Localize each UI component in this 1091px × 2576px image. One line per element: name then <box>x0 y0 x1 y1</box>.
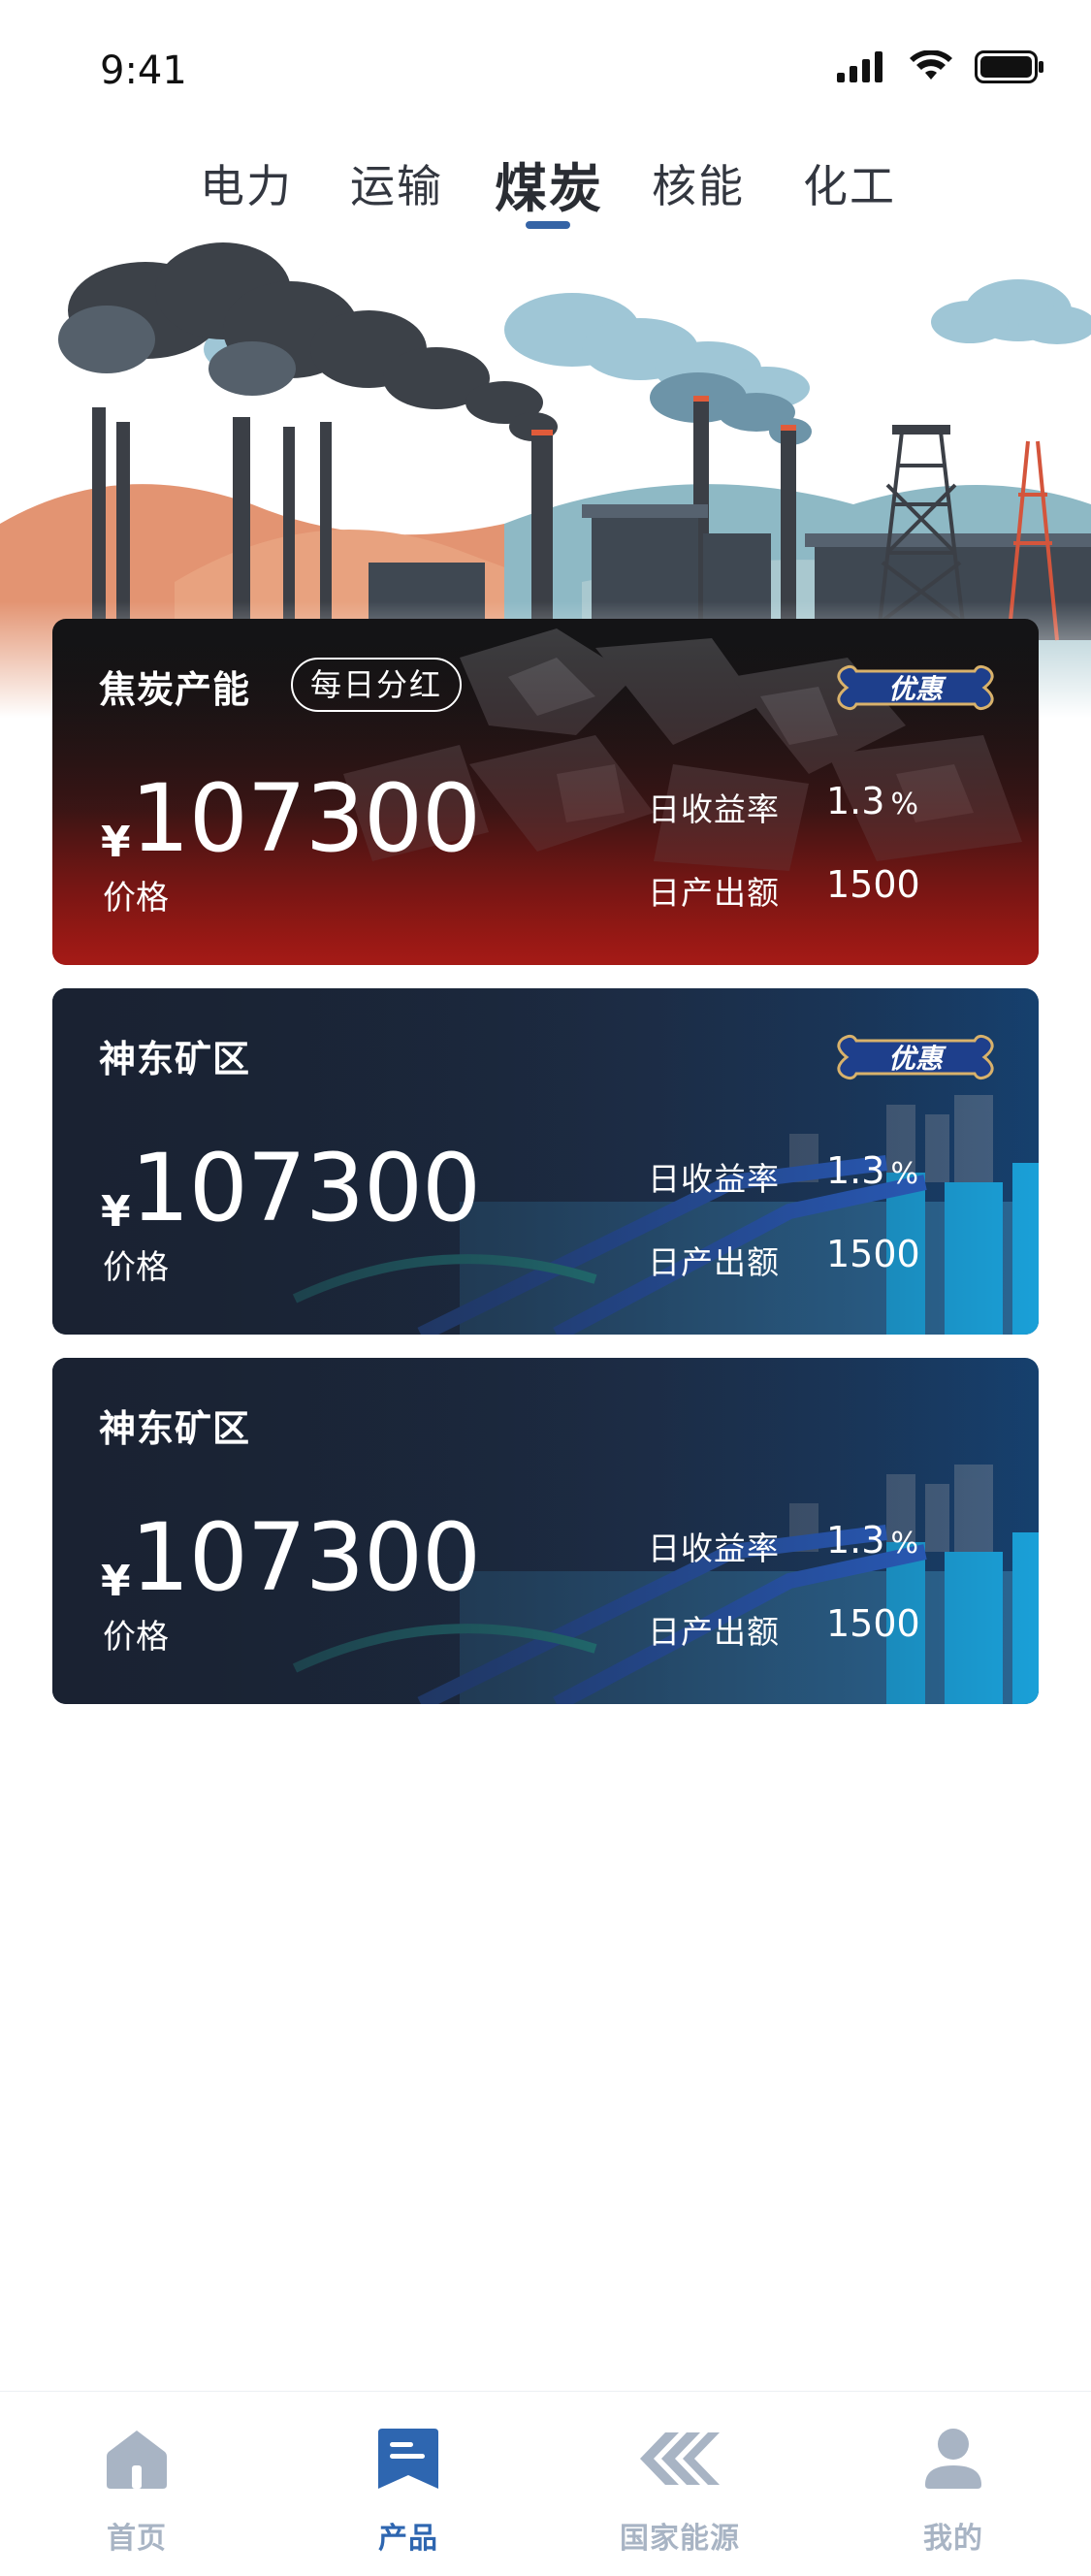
nav-product-label: 产品 <box>378 2522 438 2556</box>
status-time: 9:41 <box>100 48 187 93</box>
price: ¥107300 <box>101 1134 481 1242</box>
nav-profile-label: 我的 <box>923 2522 983 2556</box>
nav-product[interactable]: 产品 <box>311 2425 505 2557</box>
home-icon <box>107 2431 167 2489</box>
yield-unit: % <box>890 1527 918 1561</box>
discount-badge: 优惠 <box>837 664 994 711</box>
discount-badge: 优惠 <box>837 1034 994 1080</box>
svg-text:优惠: 优惠 <box>888 1043 947 1075</box>
battery-icon <box>975 50 1043 83</box>
svg-text:优惠: 优惠 <box>888 673 947 705</box>
currency-symbol: ¥ <box>101 818 131 867</box>
price-label: 价格 <box>103 1248 169 1287</box>
yield-unit: % <box>890 788 918 821</box>
price-amount: 107300 <box>130 764 481 873</box>
active-tab-indicator <box>526 221 570 229</box>
signal-icon <box>837 51 882 82</box>
tab-transport[interactable]: 运输 <box>350 151 443 215</box>
output-value: 1500 <box>826 1233 920 1275</box>
tab-chemical[interactable]: 化工 <box>803 151 896 215</box>
price: ¥107300 <box>101 1503 481 1612</box>
price-label: 价格 <box>103 1618 169 1657</box>
product-card-shendong-2[interactable]: 神东矿区 ¥107300 价格 日收益率 1.3% 日产出额 1500 <box>52 1358 1039 1704</box>
yield-label: 日收益率 <box>648 1530 780 1567</box>
yield-number: 1.3 <box>826 1519 885 1562</box>
yield-label: 日收益率 <box>648 1160 780 1198</box>
price-amount: 107300 <box>130 1134 481 1242</box>
yield-value: 1.3% <box>826 1149 918 1192</box>
output-label: 日产出额 <box>648 874 780 912</box>
price-label: 价格 <box>103 879 169 918</box>
yield-number: 1.3 <box>826 1149 885 1192</box>
card-title: 神东矿区 <box>99 1038 251 1080</box>
nav-home[interactable]: 首页 <box>40 2425 234 2557</box>
nav-national-energy[interactable]: 国家能源 <box>583 2425 777 2557</box>
yield-value: 1.3% <box>826 780 918 822</box>
currency-symbol: ¥ <box>101 1557 131 1606</box>
product-card-coke[interactable]: 焦炭产能 每日分红 优惠 ¥107300 价格 日收益率 1.3% 日产出额 1… <box>52 619 1039 965</box>
price-amount: 107300 <box>130 1503 481 1612</box>
bottom-nav: 首页 产品 国家能源 我的 <box>0 2391 1091 2576</box>
card-title: 神东矿区 <box>99 1407 251 1450</box>
nav-profile[interactable]: 我的 <box>856 2425 1050 2557</box>
output-value: 1500 <box>826 1602 920 1645</box>
energy-logo-icon <box>640 2432 720 2485</box>
yield-unit: % <box>890 1157 918 1191</box>
product-icon <box>378 2429 438 2489</box>
price: ¥107300 <box>101 764 481 873</box>
wifi-icon <box>910 50 952 80</box>
yield-value: 1.3% <box>826 1519 918 1562</box>
output-label: 日产出额 <box>648 1243 780 1281</box>
card-title: 焦炭产能 <box>99 668 251 711</box>
tab-nuclear[interactable]: 核能 <box>652 151 745 215</box>
profile-icon <box>925 2429 981 2489</box>
output-label: 日产出额 <box>648 1613 780 1651</box>
nav-national-energy-label: 国家能源 <box>620 2522 740 2556</box>
output-value: 1500 <box>826 863 920 906</box>
nav-home-label: 首页 <box>107 2522 167 2556</box>
status-bar: 9:41 <box>0 0 1091 136</box>
yield-label: 日收益率 <box>648 790 780 828</box>
product-card-shendong-1[interactable]: 神东矿区 优惠 ¥107300 价格 日收益率 1.3% 日产出额 1500 <box>52 988 1039 1335</box>
status-icons <box>837 50 1044 83</box>
tab-electricity[interactable]: 电力 <box>200 151 293 215</box>
tab-coal[interactable]: 煤炭 <box>495 145 603 222</box>
daily-dividend-tag: 每日分红 <box>291 658 463 712</box>
yield-number: 1.3 <box>826 780 885 822</box>
currency-symbol: ¥ <box>101 1187 131 1237</box>
